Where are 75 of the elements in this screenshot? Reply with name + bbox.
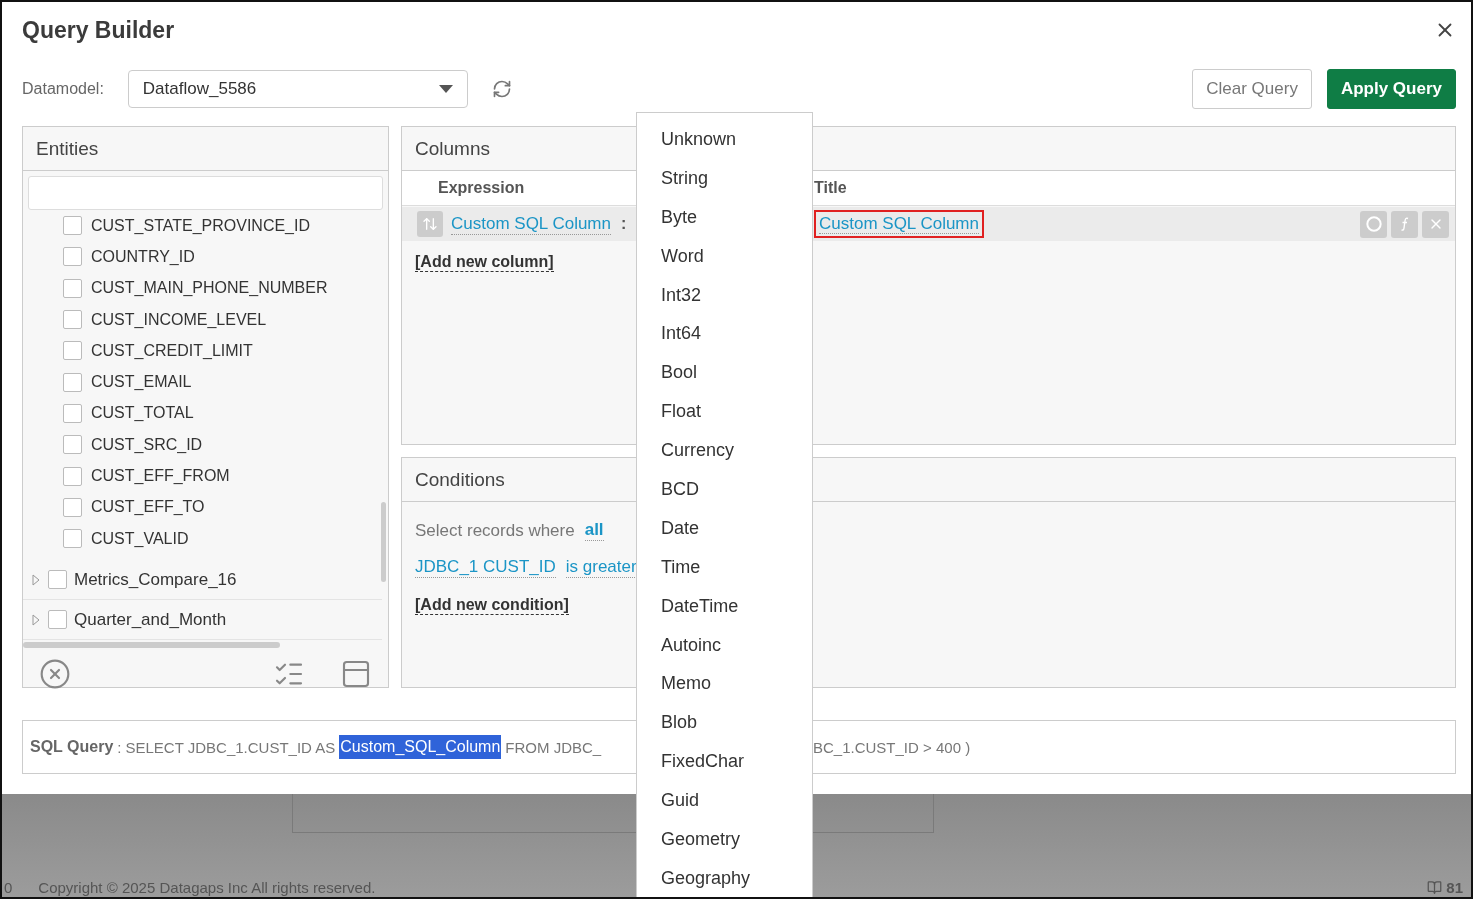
menu-item[interactable]: Time — [637, 547, 812, 587]
menu-item[interactable]: Int32 — [637, 275, 812, 315]
add-column-link[interactable]: [Add new column] — [415, 253, 554, 272]
book-icon — [1427, 880, 1443, 895]
checkbox[interactable] — [63, 341, 82, 361]
menu-item[interactable]: Date — [637, 508, 812, 548]
checkbox[interactable] — [63, 403, 82, 423]
sort-icon[interactable] — [417, 211, 443, 237]
column-header: Expression — [438, 179, 525, 196]
add-condition-link[interactable]: [Add new condition] — [415, 596, 569, 615]
dialog-title: Query Builder — [22, 16, 175, 44]
expand-triangle-icon[interactable] — [31, 573, 41, 586]
menu-item[interactable]: Float — [637, 392, 812, 432]
checkbox[interactable] — [63, 372, 82, 392]
panel-title: Entities — [23, 127, 388, 171]
field-label: CUST_EFF_TO — [91, 498, 205, 517]
field-label: CUST_SRC_ID — [91, 435, 203, 454]
scrollbar[interactable] — [381, 502, 386, 582]
checkbox[interactable] — [63, 216, 82, 236]
menu-item[interactable]: Autoinc — [637, 625, 812, 665]
menu-item[interactable]: Int64 — [637, 314, 812, 354]
clear-button[interactable]: Clear Query — [1192, 69, 1312, 109]
sql-text: Custom_SQL_Column — [339, 735, 502, 759]
separator-text: : — [117, 738, 122, 756]
sql-text: BC_1.CUST_ID > 400 ) — [813, 738, 971, 756]
menu-item[interactable]: Bool — [637, 353, 812, 393]
sql-text: FROM JDBC_ — [505, 738, 602, 756]
field-label: COUNTRY_ID — [91, 247, 195, 266]
scrollbar[interactable] — [23, 642, 280, 649]
menu-item[interactable]: Guid — [637, 781, 812, 821]
expand-triangle-icon[interactable] — [31, 613, 41, 626]
checkbox[interactable] — [63, 529, 82, 549]
checkbox[interactable] — [48, 570, 67, 590]
field-label: CUST_EFF_FROM — [91, 467, 230, 485]
apply-button[interactable]: Apply Query — [1326, 69, 1456, 109]
copyright-text: Copyright © 2025 Datagaps Inc All rights reserved. — [38, 879, 376, 896]
menu-item[interactable]: Byte — [637, 197, 812, 237]
checkbox[interactable] — [63, 497, 82, 517]
menu-item[interactable]: Blob — [637, 703, 812, 743]
function-icon[interactable] — [1391, 210, 1418, 238]
field-label: CUST_VALID — [91, 529, 189, 548]
menu-item[interactable]: Geometry — [637, 820, 812, 859]
refresh-icon[interactable] — [491, 79, 512, 99]
field-label: CUST_TOTAL — [91, 404, 194, 423]
checkbox[interactable] — [63, 466, 82, 486]
field-label: CUST_MAIN_PHONE_NUMBER — [91, 279, 328, 298]
intro-text: Select records where — [415, 520, 575, 541]
delete-icon[interactable] — [1422, 210, 1449, 238]
page-number: 81 — [1446, 879, 1463, 896]
checkbox[interactable] — [63, 310, 82, 330]
field-label: CUST_CREDIT_LIMIT — [91, 341, 253, 360]
separator-text: : — [621, 215, 627, 233]
datamodel-label: Datamodel: — [22, 80, 104, 98]
checkbox[interactable] — [63, 247, 82, 267]
menu-item[interactable]: Geography — [637, 858, 812, 897]
checkbox[interactable] — [63, 435, 82, 455]
search-field[interactable] — [28, 176, 383, 210]
sql-text: SELECT JDBC_1.CUST_ID AS — [125, 738, 336, 756]
field-label: CUST_EMAIL — [91, 373, 192, 392]
entity-label[interactable]: Quarter_and_Month — [74, 609, 227, 630]
column-header: Title — [814, 179, 847, 196]
caret-icon — [438, 85, 453, 93]
footer-text: 0 — [4, 879, 13, 896]
menu-item[interactable]: Memo — [637, 664, 812, 704]
field-label: CUST_INCOME_LEVEL — [91, 310, 267, 329]
field-label: CUST_STATE_PROVINCE_ID — [91, 216, 310, 235]
menu-item[interactable]: Word — [637, 236, 812, 276]
entity-label[interactable]: Metrics_Compare_16 — [74, 569, 237, 590]
menu-item[interactable]: FixedChar — [637, 742, 812, 782]
sql-label: SQL Query — [30, 738, 114, 756]
checkbox[interactable] — [63, 278, 82, 298]
checkbox[interactable] — [48, 610, 67, 630]
clear-icon[interactable] — [39, 658, 71, 691]
menu-item[interactable]: DateTime — [637, 586, 812, 626]
datamodel-select[interactable]: Dataflow_5586 — [127, 70, 468, 108]
